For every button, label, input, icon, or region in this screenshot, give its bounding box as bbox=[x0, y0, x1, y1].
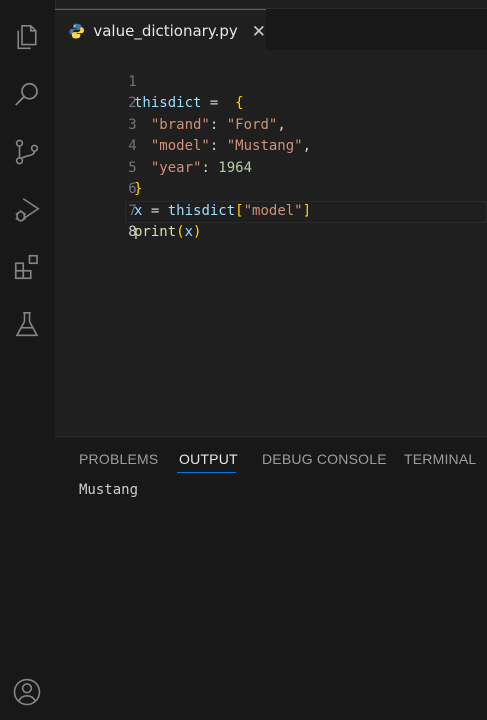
files-icon[interactable] bbox=[11, 21, 43, 53]
bottom-panel: PROBLEMS OUTPUT DEBUG CONSOLE TERMINAL M… bbox=[55, 436, 487, 720]
tab-bar: value_dictionary.py ✕ bbox=[55, 8, 487, 52]
code-token: ) bbox=[193, 224, 202, 240]
code-editor[interactable]: 1 thisdict = { 2 "brand": "Ford", 3 "mod… bbox=[55, 50, 487, 436]
tab-debug-console[interactable]: DEBUG CONSOLE bbox=[262, 451, 387, 467]
code-line: 7 print(x) bbox=[55, 179, 487, 241]
code-line: 4 "year": 1964 bbox=[55, 115, 487, 176]
account-icon[interactable] bbox=[11, 676, 43, 708]
tab-terminal[interactable]: TERMINAL bbox=[404, 451, 476, 467]
tab-output[interactable]: OUTPUT bbox=[179, 451, 238, 467]
output-text: Mustang bbox=[79, 482, 139, 498]
code-line: 6 x = thisdict["model"] bbox=[55, 158, 487, 219]
close-icon[interactable]: ✕ bbox=[252, 23, 266, 40]
code-line: 8 bbox=[55, 201, 487, 240]
active-tab-indicator bbox=[177, 472, 236, 473]
code-token: ( bbox=[176, 224, 185, 240]
source-control-icon[interactable] bbox=[11, 136, 43, 168]
search-icon[interactable] bbox=[11, 79, 43, 111]
line-number: 8 bbox=[128, 224, 137, 240]
code-line: 5 } bbox=[55, 136, 487, 198]
code-token: print bbox=[134, 224, 177, 240]
testing-icon[interactable] bbox=[11, 308, 43, 340]
tab-problems[interactable]: PROBLEMS bbox=[79, 451, 158, 467]
python-file-icon bbox=[69, 23, 84, 39]
activity-bar bbox=[0, 0, 56, 720]
code-line: 3 "model": "Mustang", bbox=[55, 93, 487, 155]
code-line: 1 thisdict = { bbox=[55, 50, 487, 112]
tab-filename: value_dictionary.py bbox=[93, 22, 238, 40]
extensions-icon[interactable] bbox=[11, 251, 43, 283]
tab-value-dictionary[interactable]: value_dictionary.py ✕ bbox=[55, 9, 266, 52]
run-debug-icon[interactable] bbox=[11, 194, 43, 226]
code-token: x bbox=[184, 224, 194, 240]
code-line: 2 "brand": "Ford", bbox=[55, 72, 487, 133]
